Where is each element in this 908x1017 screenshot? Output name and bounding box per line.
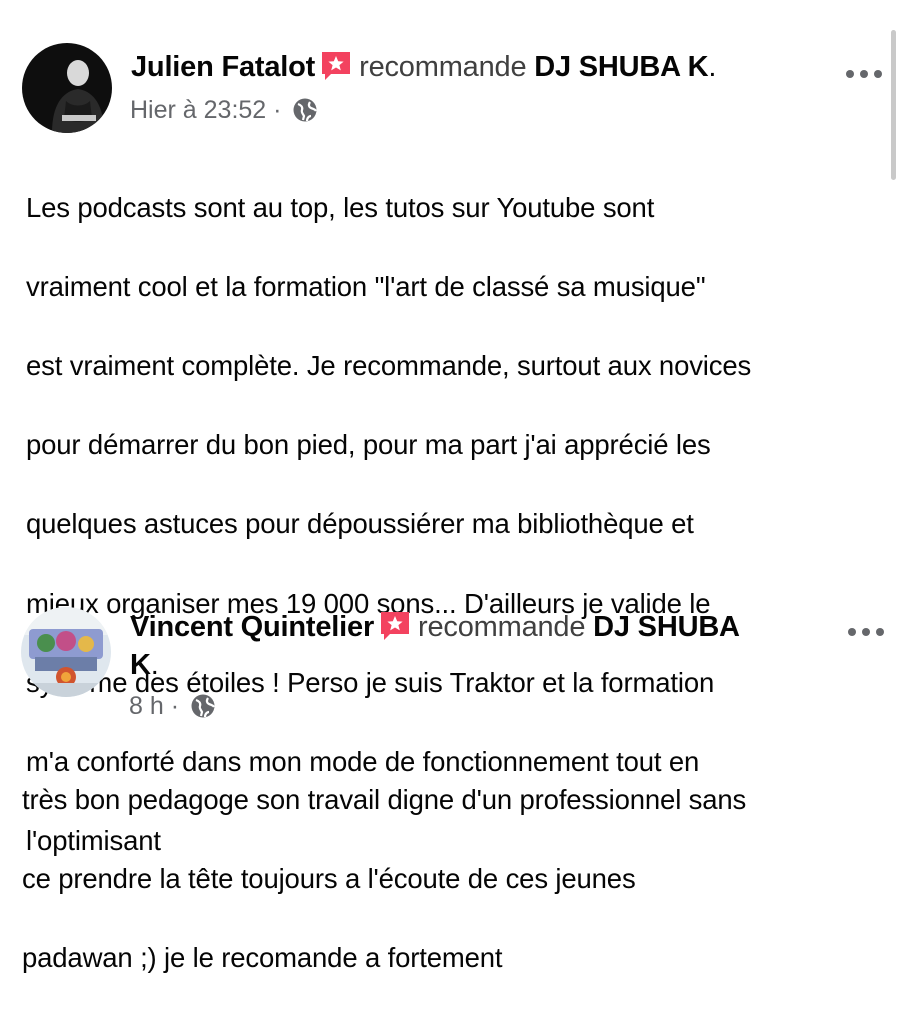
post-meta: 8 h · — [129, 690, 216, 722]
person-avatar-icon — [22, 43, 112, 133]
body-line: vraiment cool et la formation "l'art de … — [26, 270, 706, 302]
meta-separator: · — [170, 692, 180, 720]
post-header-wrap: K. — [130, 646, 159, 684]
body-line: padawan ;) je le recomande a fortement — [22, 941, 503, 973]
meta-separator: · — [273, 96, 282, 124]
body-line: est vraiment complète. Je recommande, su… — [26, 349, 752, 381]
author-avatar[interactable] — [21, 607, 111, 697]
graffiti-avatar-icon — [21, 607, 111, 697]
period: . — [150, 649, 159, 681]
more-options-button[interactable] — [846, 64, 886, 84]
page-name[interactable]: DJ SHUBA K — [534, 51, 708, 83]
body-line: Les podcasts sont au top, les tutos sur … — [26, 191, 655, 223]
author-name[interactable]: Vincent Quintelier — [130, 611, 374, 643]
body-line: pour démarrer du bon pied, pour ma part … — [26, 429, 711, 461]
post-header: Vincent Quintelier recommande DJ SHUBA — [130, 608, 830, 646]
post-body: très bon pedagoge son travail digne d'un… — [22, 740, 746, 1017]
globe-icon — [191, 694, 215, 718]
period: . — [708, 51, 717, 83]
more-options-button[interactable] — [848, 622, 888, 642]
post-meta: Hier à 23:52 · — [130, 94, 318, 126]
timestamp[interactable]: Hier à 23:52 — [130, 96, 266, 124]
more-options-icon — [848, 628, 856, 636]
page-name-wrap[interactable]: K — [130, 649, 151, 681]
page-name[interactable]: DJ SHUBA — [593, 611, 740, 643]
recommend-verb: recommande — [359, 51, 527, 83]
timestamp[interactable]: 8 h — [129, 692, 164, 720]
author-name[interactable]: Julien Fatalot — [131, 51, 315, 83]
recommend-verb: recommande — [418, 611, 586, 643]
post-header: Julien Fatalot recommande DJ SHUBA K. — [131, 48, 716, 86]
body-line: très bon pedagoge son travail digne d'un… — [22, 783, 747, 815]
more-options-icon — [846, 70, 854, 78]
scrollbar[interactable] — [891, 30, 896, 180]
body-line: ce prendre la tête toujours a l'écoute d… — [22, 862, 636, 894]
recommend-star-icon — [322, 52, 351, 80]
recommend-star-icon — [381, 612, 410, 640]
body-line: quelques astuces pour dépoussiérer ma bi… — [26, 508, 694, 540]
author-avatar[interactable] — [22, 43, 112, 133]
globe-icon — [293, 98, 318, 122]
